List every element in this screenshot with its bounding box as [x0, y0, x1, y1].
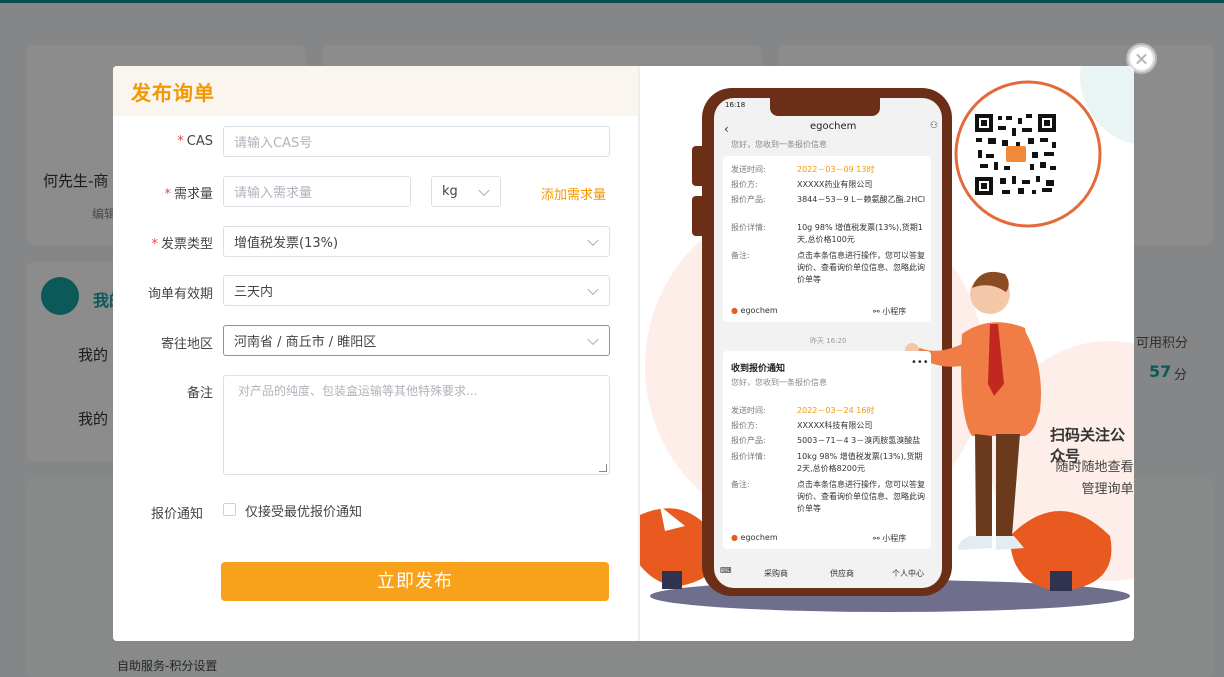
nav-purchaser[interactable]: 采购商	[764, 568, 788, 579]
modal-title: 发布询单	[131, 81, 215, 105]
phone-msg-title: 收到报价通知	[731, 364, 786, 374]
chevron-down-icon	[587, 283, 599, 295]
chevron-down-icon	[587, 333, 599, 345]
invoice-select[interactable]: 增值税发票(13%)	[223, 226, 610, 257]
modal-header: 发布询单	[113, 66, 638, 116]
phone-message-card: 发送时间: 2022－03－09 13时 报价方: XXXXX药业有限公司 报价产品…	[723, 156, 931, 322]
unit-select[interactable]: kg	[431, 176, 501, 207]
cas-input[interactable]: 请输入CAS号	[223, 126, 610, 157]
nav-personal-center[interactable]: 个人中心	[892, 568, 924, 579]
egochem-logo: ● egochem	[731, 533, 778, 542]
validity-select[interactable]: 三天内	[223, 275, 610, 306]
region-cascader[interactable]: 河南省 / 商丘市 / 睢阳区	[223, 325, 610, 356]
phone-back-icon: ‹	[724, 122, 729, 136]
publish-button[interactable]: 立即发布	[221, 562, 609, 601]
egochem-logo: ● egochem	[731, 306, 778, 315]
cas-label: * CAS	[177, 134, 213, 149]
remark-placeholder: 对产品的纯度、包装盒运输等其他特殊要求...	[238, 384, 478, 398]
phone-app-title: egochem	[810, 121, 857, 132]
close-icon[interactable]	[1128, 45, 1155, 72]
keyboard-icon[interactable]: ⌨	[720, 566, 732, 575]
quantity-input[interactable]: 请输入需求量	[223, 176, 411, 207]
chevron-down-icon	[587, 234, 599, 246]
promo-desc-line1: 随时随地查看报价	[1055, 460, 1134, 475]
region-label: 寄往地区	[160, 337, 213, 352]
phone-timestamp: 昨天 16:20	[810, 337, 847, 345]
best-quote-checkbox[interactable]	[223, 503, 236, 516]
promo-panel: 16:18 ‹ egochem ⚇ 您好，您收到一条报价信息 发送时间: 2022…	[640, 66, 1134, 641]
remark-textarea[interactable]: 对产品的纯度、包装盒运输等其他特殊要求...	[223, 375, 610, 475]
more-icon[interactable]: •••	[911, 357, 929, 368]
publish-inquiry-modal: 发布询单 * CAS 请输入CAS号 * 需求量 请输入需求量 kg 添加需求量 *…	[113, 66, 1134, 641]
notice-label: 报价通知	[150, 507, 203, 522]
phone-top-msg-sub: 您好，您收到一条报价信息	[731, 140, 827, 149]
add-quantity-link[interactable]: 添加需求量	[541, 184, 606, 203]
phone-user-icon: ⚇	[930, 121, 939, 131]
best-quote-checkbox-label[interactable]: 仅接受最优报价通知	[245, 501, 362, 520]
phone-bottom-nav: ⌨ 采购商 供应商 个人中心	[720, 566, 940, 582]
resize-handle-icon[interactable]	[599, 464, 607, 472]
phone-message-card: 收到报价通知 ••• 您好，您收到一条报价信息 发送时间: 2022－03－24 …	[723, 351, 931, 549]
invoice-label: * 发票类型	[151, 237, 213, 252]
inquiry-form: 发布询单 * CAS 请输入CAS号 * 需求量 请输入需求量 kg 添加需求量 *…	[113, 66, 638, 641]
promo-desc-line2: 管理询单	[1081, 482, 1134, 497]
quantity-label: * 需求量	[164, 187, 213, 202]
remark-label: 备注	[186, 386, 213, 401]
validity-label: 询单有效期	[147, 287, 213, 302]
chevron-down-icon	[478, 184, 490, 196]
mini-program-link[interactable]: ⚯ 小程序	[873, 306, 906, 317]
nav-supplier[interactable]: 供应商	[830, 568, 854, 579]
phone-status-time: 16:18	[725, 101, 746, 109]
mini-program-link[interactable]: ⚯ 小程序	[873, 533, 906, 544]
